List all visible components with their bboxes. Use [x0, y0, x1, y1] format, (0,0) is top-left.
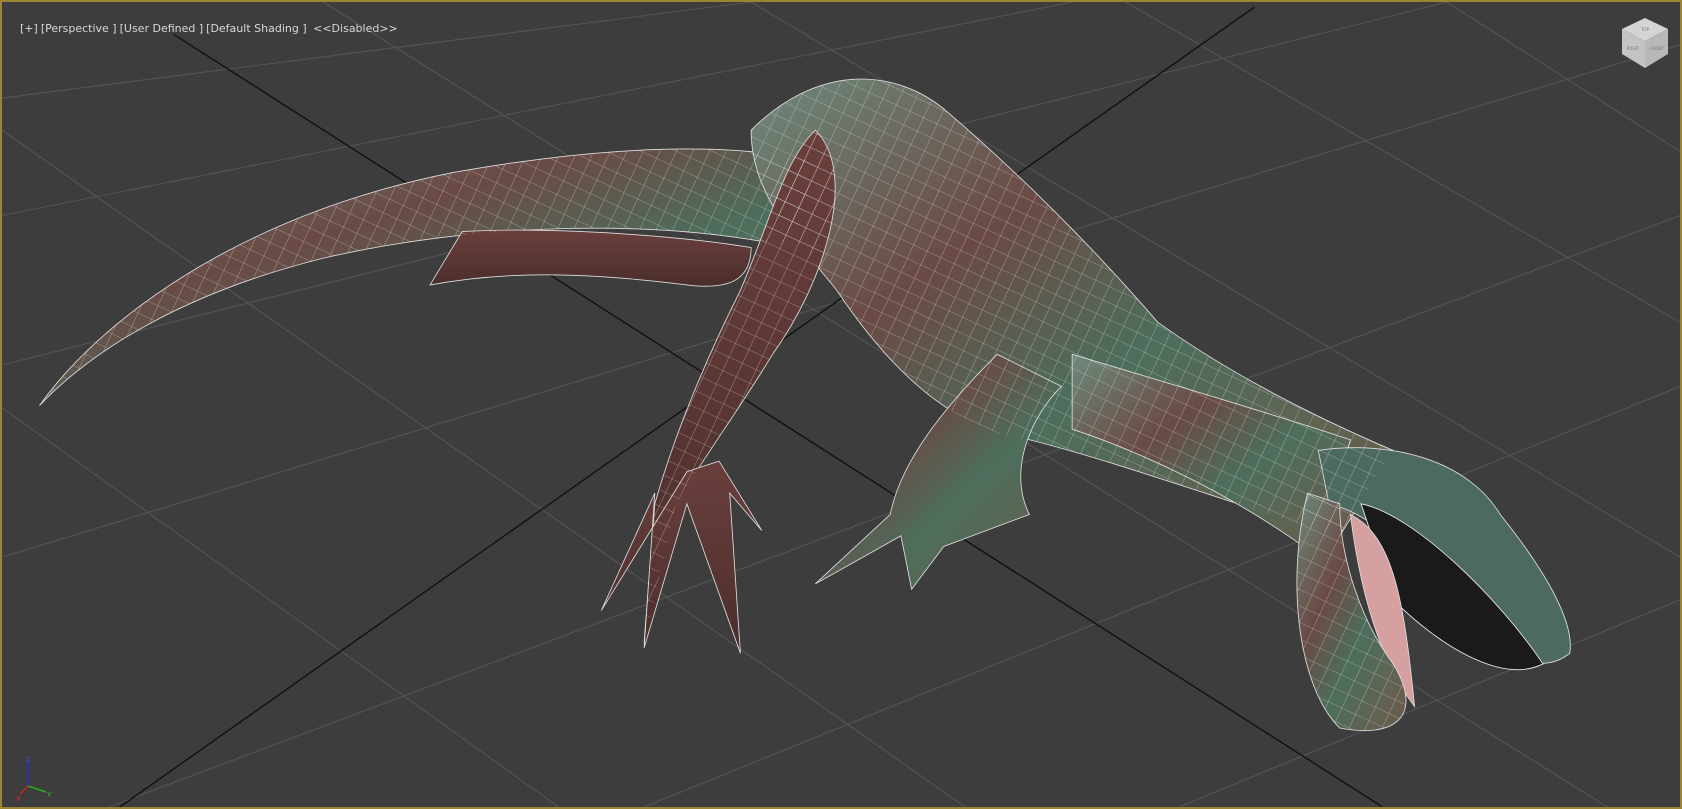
viewport-menu-button[interactable]: [+] — [20, 22, 38, 35]
axis-gizmo: Z X Y — [16, 756, 52, 803]
viewcube-right-label: FRONT — [1650, 46, 1664, 51]
viewcube[interactable]: TOP RIGHT FRONT — [1620, 16, 1670, 70]
raptor-model[interactable] — [39, 78, 1571, 732]
hind-leg-right — [429, 229, 752, 287]
disabled-status-button[interactable]: <<Disabled>> — [313, 22, 398, 35]
axis-x-label: X — [16, 795, 21, 803]
viewport-scene[interactable] — [2, 2, 1680, 807]
axis-y-label: Y — [46, 791, 52, 799]
perspective-viewport[interactable]: [+] [Perspective ] [User Defined ] [Default… — [0, 0, 1682, 809]
shading-mode-button[interactable]: [Default Shading ] — [206, 22, 306, 35]
viewport-label-menu-bar: [+] [Perspective ] [User Defined ] [Default… — [6, 9, 401, 48]
view-type-button[interactable]: [Perspective ] — [41, 22, 117, 35]
axis-z-label: Z — [26, 756, 31, 764]
camera-button[interactable]: [User Defined ] — [120, 22, 204, 35]
viewcube-left-label: RIGHT — [1627, 46, 1640, 51]
viewcube-top-label: TOP — [1640, 27, 1650, 32]
